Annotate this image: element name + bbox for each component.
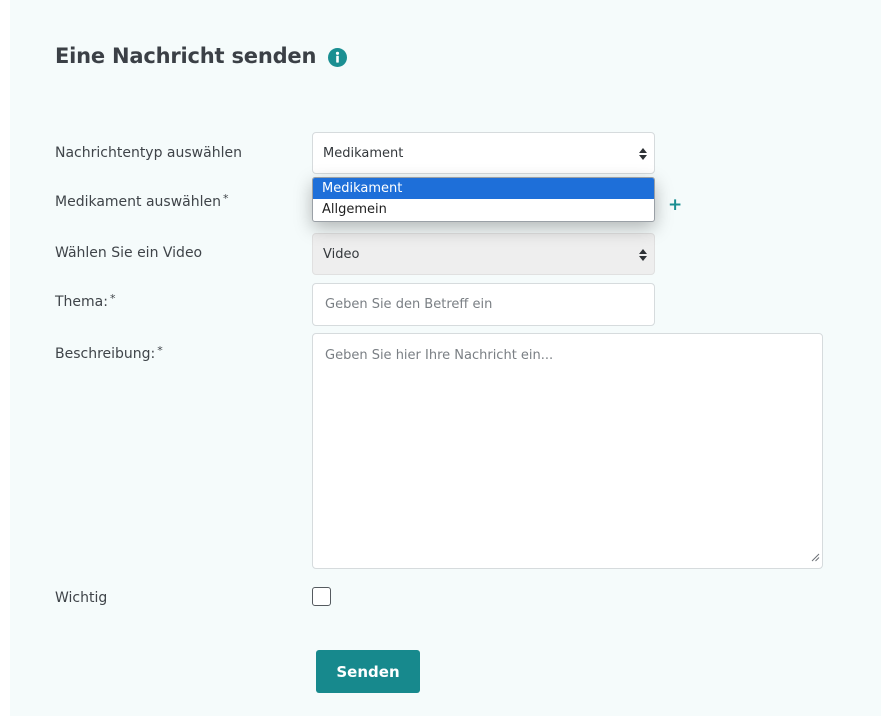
required-mark: * — [109, 292, 116, 305]
video-label-text: Wählen Sie ein Video — [55, 245, 203, 261]
description-placeholder: Geben Sie hier Ihre Nachricht ein... — [325, 348, 554, 363]
page-title-text: Eine Nachricht senden — [55, 44, 317, 68]
dropdown-option-medikament[interactable]: Medikament — [313, 178, 654, 199]
message-type-dropdown[interactable]: Medikament Allgemein — [312, 177, 655, 222]
description-label-text: Beschreibung: — [55, 346, 156, 362]
info-icon[interactable] — [328, 47, 348, 67]
required-mark: * — [223, 192, 229, 205]
select-arrows-icon — [638, 147, 648, 165]
message-type-label-text: Nachrichtentyp auswählen — [55, 145, 242, 161]
subject-input[interactable]: Geben Sie den Betreff ein — [312, 283, 655, 326]
dropdown-option-allgemein[interactable]: Allgemein — [313, 199, 654, 220]
description-textarea[interactable]: Geben Sie hier Ihre Nachricht ein... — [312, 333, 823, 569]
add-medication-button[interactable]: + — [668, 195, 682, 215]
video-label: Wählen Sie ein Video — [55, 245, 202, 261]
message-type-select[interactable]: Medikament — [312, 132, 655, 174]
medication-label: Medikament auswählen * — [55, 192, 229, 210]
resize-grip-icon[interactable] — [810, 551, 820, 566]
subject-placeholder: Geben Sie den Betreff ein — [325, 297, 493, 312]
send-button[interactable]: Senden — [316, 650, 420, 693]
message-type-value: Medikament — [323, 145, 404, 161]
video-value: Video — [323, 246, 360, 262]
important-checkbox[interactable] — [312, 587, 331, 606]
description-label: Beschreibung: * — [55, 344, 163, 362]
subject-label-text: Thema: — [55, 294, 108, 310]
subject-label: Thema: * — [55, 292, 116, 310]
select-arrows-icon — [638, 248, 648, 266]
page-title: Eine Nachricht senden — [55, 44, 348, 68]
video-select[interactable]: Video — [312, 233, 655, 275]
message-type-label: Nachrichtentyp auswählen — [55, 145, 242, 161]
important-label-text: Wichtig — [55, 590, 108, 606]
medication-label-text: Medikament auswählen — [55, 194, 221, 210]
important-label: Wichtig — [55, 590, 107, 606]
required-mark: * — [157, 344, 163, 357]
